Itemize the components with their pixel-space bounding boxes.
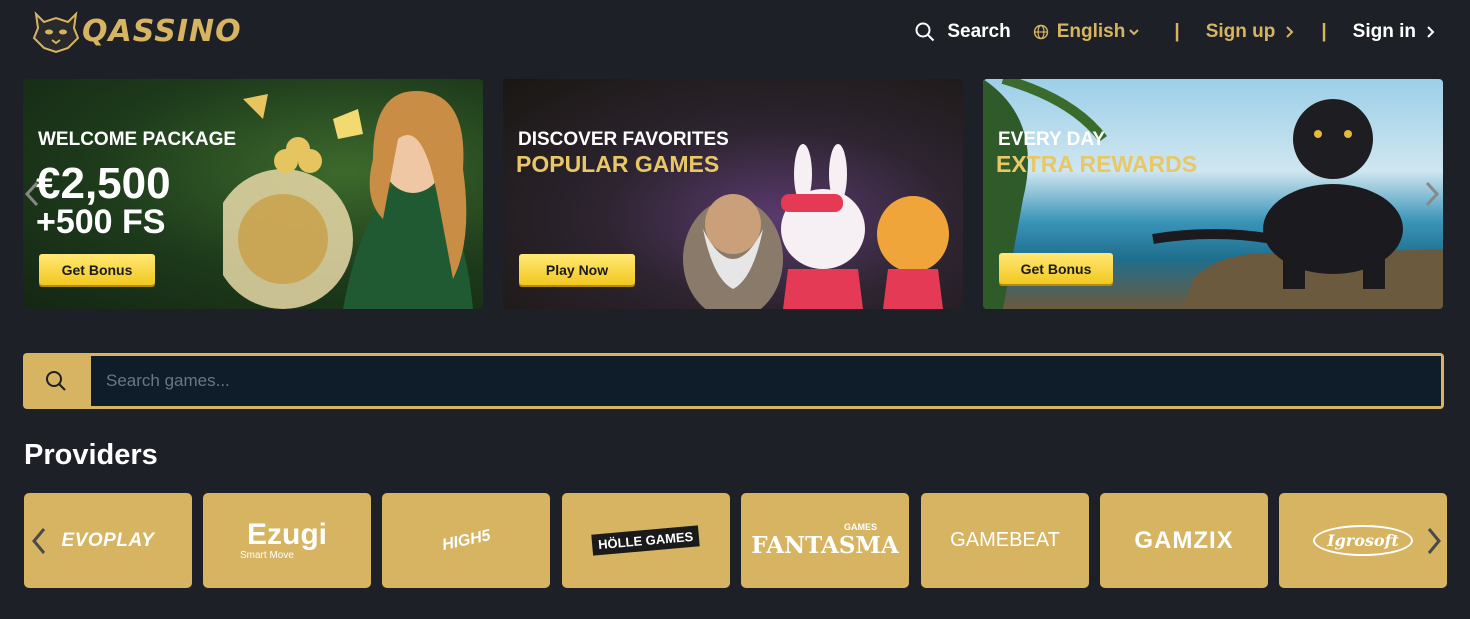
play-now-button[interactable]: Play Now <box>519 254 635 285</box>
signup-link[interactable]: Sign up <box>1206 21 1296 43</box>
provider-gamzix[interactable]: GAMZIX <box>1100 493 1268 588</box>
banner-heading: WELCOME PACKAGE <box>38 129 237 150</box>
signin-link[interactable]: Sign in <box>1353 21 1436 43</box>
search-label: Search <box>947 21 1011 42</box>
banner-heading: EVERY DAY <box>998 129 1106 150</box>
banner-free-spins: +500 FS <box>36 203 166 241</box>
provider-name: FANTASMA <box>751 532 899 559</box>
provider-name: Igrosoft <box>1313 525 1413 556</box>
banner-amount: €2,500 <box>36 159 171 208</box>
logo[interactable]: QASSINO <box>30 8 242 54</box>
woman-illustration <box>223 90 473 309</box>
top-nav: Search English | Sign up | Sign in <box>915 18 1436 46</box>
provider-tagline: Smart Move <box>240 550 294 561</box>
nav-separator: | <box>1321 21 1327 42</box>
nav-separator: | <box>1174 21 1180 42</box>
banner-heading: DISCOVER FAVORITES <box>518 129 729 150</box>
language-label: English <box>1056 21 1126 42</box>
provider-name: GAMEBEAT <box>950 529 1060 551</box>
provider-name: EVOPLAY <box>61 529 155 551</box>
provider-fantasma[interactable]: GAMES FANTASMA <box>741 493 909 588</box>
banner-prev-arrow-icon[interactable] <box>24 180 40 208</box>
language-selector[interactable]: English <box>1033 21 1149 43</box>
chevron-right-icon <box>1286 26 1294 38</box>
providers-heading: Providers <box>24 439 158 471</box>
provider-gamebeat[interactable]: GAMEBEAT <box>921 493 1089 588</box>
chevron-right-icon <box>1427 26 1435 38</box>
provider-tagline: GAMES <box>843 522 877 532</box>
search-games-input[interactable] <box>91 356 1441 406</box>
panther-logo-icon <box>32 11 80 54</box>
get-bonus-button[interactable]: Get Bonus <box>39 254 155 285</box>
providers-prev-arrow-icon[interactable] <box>30 526 48 556</box>
globe-icon <box>1033 24 1048 40</box>
search-icon[interactable] <box>45 370 67 392</box>
get-bonus-button[interactable]: Get Bonus <box>999 253 1113 284</box>
banner-subheading: EXTRA REWARDS <box>996 151 1198 177</box>
provider-high5[interactable]: HIGH5 <box>382 493 550 588</box>
popular-games-banner[interactable]: DISCOVER FAVORITES POPULAR GAMES Play No… <box>503 79 963 309</box>
provider-igrosoft[interactable]: Igrosoft <box>1279 493 1447 588</box>
provider-ezugi[interactable]: Ezugi Smart Move <box>203 493 371 588</box>
header-search-button[interactable]: Search <box>915 21 1011 43</box>
banner-subheading: POPULAR GAMES <box>516 151 720 177</box>
welcome-package-banner[interactable]: WELCOME PACKAGE €2,500 +500 FS Get Bonus <box>23 79 483 309</box>
logo-text: QASSINO <box>82 13 242 49</box>
extra-rewards-banner[interactable]: EVERY DAY EXTRA REWARDS Get Bonus <box>983 79 1443 309</box>
search-icon <box>915 22 935 42</box>
providers-next-arrow-icon[interactable] <box>1425 526 1443 556</box>
banner-next-arrow-icon[interactable] <box>1424 180 1440 208</box>
provider-name: Ezugi <box>247 518 327 551</box>
provider-name: GAMZIX <box>1134 526 1234 554</box>
game-search-bar <box>23 353 1444 409</box>
site-header: QASSINO Search English | Sign up | Sign … <box>0 0 1470 68</box>
provider-name: HIGH5 <box>440 526 492 554</box>
signup-label: Sign up <box>1205 21 1276 42</box>
provider-holle-games[interactable]: HÖLLE GAMES <box>562 493 730 588</box>
signin-label: Sign in <box>1352 21 1416 42</box>
provider-name: HÖLLE GAMES <box>591 525 701 556</box>
provider-evoplay[interactable]: EVOPLAY <box>24 493 192 588</box>
chevron-down-icon <box>1129 29 1140 36</box>
